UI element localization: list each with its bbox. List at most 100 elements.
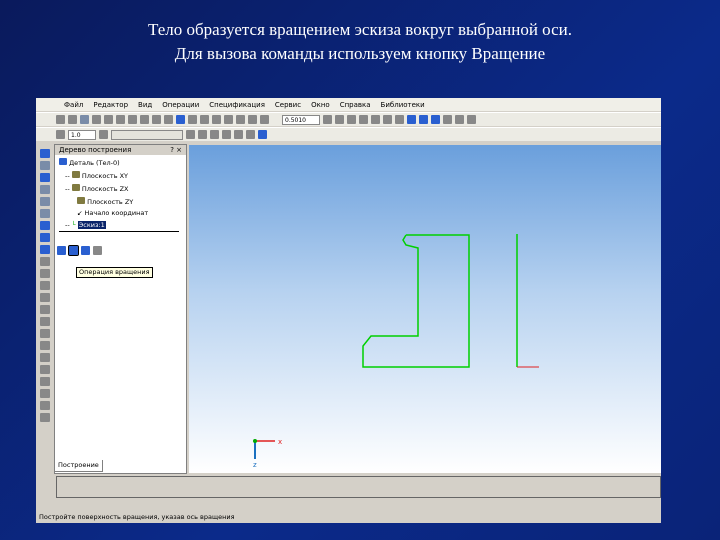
menu-help[interactable]: Справка <box>340 101 371 109</box>
step-field[interactable]: 1.0 <box>68 129 96 140</box>
tool-icon[interactable] <box>40 413 50 422</box>
perspective-icon[interactable] <box>431 115 440 124</box>
snap-icon[interactable] <box>210 130 219 139</box>
tree-item-plane-zy[interactable]: Плоскость ZY <box>77 197 133 206</box>
menu-window[interactable]: Окно <box>311 101 330 109</box>
tool3-icon[interactable] <box>467 115 476 124</box>
tree-header: Дерево построения ? × <box>55 145 186 155</box>
tool-icon[interactable] <box>40 161 50 170</box>
tree-item-plane-xy[interactable]: -- Плоскость XY <box>65 171 128 180</box>
tool2-icon[interactable] <box>455 115 464 124</box>
zoom-value-field[interactable]: 0.5010 <box>282 114 320 125</box>
tree-item-origin[interactable]: ↙ Начало координат <box>77 209 148 217</box>
tool-icon[interactable] <box>40 341 50 350</box>
menu-libraries[interactable]: Библиотеки <box>381 101 425 109</box>
model-viewport[interactable]: x z <box>189 145 661 473</box>
zoom-window-icon[interactable] <box>224 115 233 124</box>
part-icon <box>59 158 67 165</box>
compact-toolbar <box>38 146 52 526</box>
operations-subpanel <box>57 245 102 256</box>
preview-icon[interactable] <box>104 115 113 124</box>
move-icon[interactable] <box>335 115 344 124</box>
variables-icon[interactable] <box>200 115 209 124</box>
zoom-out-icon[interactable] <box>248 115 257 124</box>
tool-icon[interactable] <box>443 115 452 124</box>
tree-title: Дерево построения <box>59 146 132 154</box>
current-state-toolbar: 1.0 <box>36 127 661 141</box>
orto-icon[interactable] <box>186 130 195 139</box>
cursor-icon[interactable] <box>99 130 108 139</box>
cut-icon[interactable] <box>116 115 125 124</box>
zoom-in-icon[interactable] <box>236 115 245 124</box>
tool-icon[interactable] <box>40 209 50 218</box>
redo-icon[interactable] <box>164 115 173 124</box>
menu-view[interactable]: Вид <box>138 101 152 109</box>
undo-icon[interactable] <box>152 115 161 124</box>
origin-point <box>253 439 257 443</box>
tree-close-button[interactable]: ? × <box>170 145 182 155</box>
tool-icon[interactable] <box>40 269 50 278</box>
tool-icon[interactable] <box>40 293 50 302</box>
save-icon[interactable] <box>80 115 89 124</box>
kompas-window: Файл Редактор Вид Операции Спецификация … <box>36 98 661 523</box>
tooltip: Операция вращения <box>76 267 153 278</box>
tool-icon[interactable] <box>40 329 50 338</box>
tree-item-plane-zx[interactable]: -- Плоскость ZX <box>65 184 129 193</box>
tool-icon[interactable] <box>40 233 50 242</box>
tool-icon[interactable] <box>40 185 50 194</box>
parametric-icon[interactable] <box>246 130 255 139</box>
sketch-mode-icon[interactable] <box>258 130 267 139</box>
layer-icon[interactable] <box>198 130 207 139</box>
tree-root[interactable]: Деталь (Тел-0) <box>59 158 120 167</box>
manager-icon[interactable] <box>176 115 185 124</box>
open-icon[interactable] <box>68 115 77 124</box>
tool-icon[interactable] <box>40 197 50 206</box>
tool-icon[interactable] <box>40 377 50 386</box>
shaded-edges-icon[interactable] <box>419 115 428 124</box>
tool-icon[interactable] <box>40 389 50 398</box>
tool-icon[interactable] <box>40 257 50 266</box>
print-icon[interactable] <box>92 115 101 124</box>
rotate-icon[interactable] <box>359 115 368 124</box>
tree-item-sketch[interactable]: -- └ Эскиз:1 <box>65 221 106 229</box>
zoom-all-icon[interactable] <box>260 115 269 124</box>
view2-icon[interactable] <box>383 115 392 124</box>
build-tree-panel: Дерево построения ? × Деталь (Тел-0) -- П… <box>54 144 187 474</box>
copy-icon[interactable] <box>128 115 137 124</box>
tool-icon[interactable] <box>40 401 50 410</box>
snap2-icon[interactable] <box>222 130 231 139</box>
shaded-icon[interactable] <box>407 115 416 124</box>
menu-editor[interactable]: Редактор <box>93 101 128 109</box>
menu-service[interactable]: Сервис <box>275 101 301 109</box>
tool-icon[interactable] <box>40 353 50 362</box>
grid-icon[interactable] <box>56 130 65 139</box>
view3-icon[interactable] <box>395 115 404 124</box>
extrude-icon[interactable] <box>57 246 66 255</box>
kinematic-icon[interactable] <box>81 246 90 255</box>
paste-icon[interactable] <box>140 115 149 124</box>
tool-icon[interactable] <box>40 173 50 182</box>
coords-field[interactable] <box>111 129 183 140</box>
menu-file[interactable]: Файл <box>64 101 83 109</box>
tool-icon[interactable] <box>40 317 50 326</box>
fit-icon[interactable] <box>347 115 356 124</box>
tool-icon[interactable] <box>40 281 50 290</box>
title-line-1: Тело образуется вращением эскиза вокруг … <box>148 20 572 39</box>
loft-icon[interactable] <box>93 246 102 255</box>
new-icon[interactable] <box>56 115 65 124</box>
tool-icon[interactable] <box>40 305 50 314</box>
revolve-icon[interactable] <box>68 245 79 256</box>
menu-specification[interactable]: Спецификация <box>209 101 265 109</box>
pan-icon[interactable] <box>323 115 332 124</box>
axis-icon[interactable] <box>234 130 243 139</box>
tool-icon[interactable] <box>40 221 50 230</box>
operations-panel-icon[interactable] <box>40 245 50 254</box>
tab-build[interactable]: Построение <box>54 460 103 472</box>
tree-item-label: Эскиз:1 <box>77 221 106 229</box>
library-icon[interactable] <box>188 115 197 124</box>
help-pointer-icon[interactable] <box>212 115 221 124</box>
view-icon[interactable] <box>371 115 380 124</box>
tool-icon[interactable] <box>40 365 50 374</box>
menu-operations[interactable]: Операции <box>162 101 199 109</box>
tool-icon[interactable] <box>40 149 50 158</box>
